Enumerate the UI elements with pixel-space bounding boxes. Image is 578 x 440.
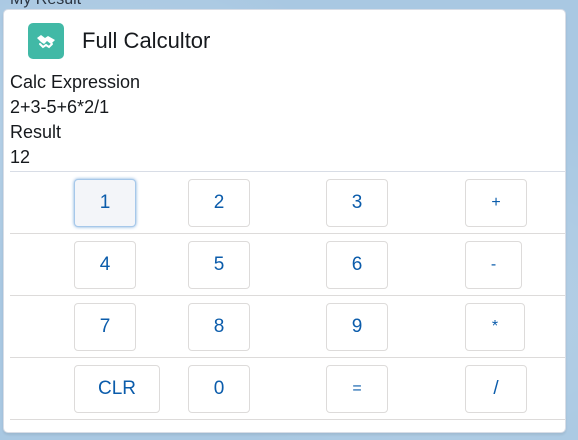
key-divide-button[interactable]: /	[465, 365, 527, 413]
key-5-button[interactable]: 5	[188, 241, 250, 289]
expression-label: Calc Expression	[10, 72, 141, 92]
card-header: Full Calcultor	[28, 23, 210, 59]
card-title: Full Calcultor	[82, 28, 211, 53]
key-9-button[interactable]: 9	[326, 303, 388, 351]
key-8-button[interactable]: 8	[188, 303, 250, 351]
key-minus-button[interactable]: -	[465, 241, 522, 289]
keypad-row: 1 2 3 +	[10, 172, 565, 234]
result-value: 12	[10, 147, 31, 167]
key-1-button[interactable]: 1	[74, 179, 136, 227]
keypad: 1 2 3 + 4 5 6 - 7 8 9 * CLR 0 = /	[10, 171, 565, 420]
key-7-button[interactable]: 7	[74, 303, 136, 351]
keypad-row: 7 8 9 *	[10, 296, 565, 358]
key-clear-button[interactable]: CLR	[74, 365, 160, 413]
expression-value: 2+3-5+6*2/1	[10, 97, 110, 117]
key-plus-button[interactable]: +	[465, 179, 527, 227]
keypad-row: 4 5 6 -	[10, 234, 565, 296]
result-label: Result	[10, 122, 62, 142]
key-equals-button[interactable]: =	[326, 365, 388, 413]
calculator-card: Full Calcultor Calc Expression 2+3-5+6*2…	[3, 9, 566, 433]
handshake-icon	[28, 23, 64, 59]
key-0-button[interactable]: 0	[188, 365, 250, 413]
key-3-button[interactable]: 3	[326, 179, 388, 227]
key-6-button[interactable]: 6	[326, 241, 388, 289]
key-multiply-button[interactable]: *	[465, 303, 525, 351]
calc-fields: Calc Expression 2+3-5+6*2/1 Result 12	[10, 70, 140, 170]
key-2-button[interactable]: 2	[188, 179, 250, 227]
key-4-button[interactable]: 4	[74, 241, 136, 289]
top-label: My Result	[10, 0, 81, 9]
keypad-row: CLR 0 = /	[10, 358, 565, 420]
